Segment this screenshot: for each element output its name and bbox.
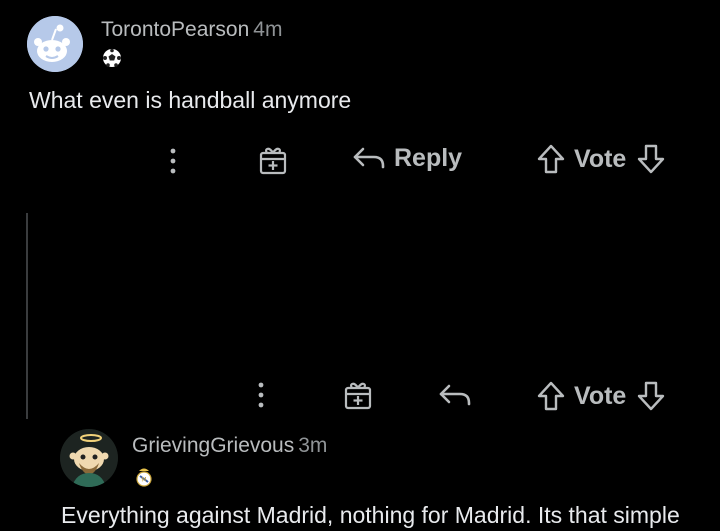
thread-line[interactable] [26, 213, 28, 419]
more-vertical-icon [170, 148, 176, 174]
username[interactable]: GrievingGrievous [132, 434, 294, 457]
custom-snoo-avatar-halo-icon [60, 429, 118, 487]
award-button[interactable] [343, 379, 373, 411]
downvote-arrow-icon[interactable] [636, 143, 666, 175]
real-madrid-crest-icon: M [134, 465, 154, 487]
svg-text:M: M [141, 477, 146, 484]
reply-label: Reply [394, 143, 463, 172]
vote-label: Vote [574, 144, 627, 173]
user-avatar[interactable] [27, 16, 83, 72]
comment-author[interactable]: TorontoPearson 4m [101, 18, 282, 42]
user-avatar[interactable] [60, 429, 118, 487]
comment-body: Everything against Madrid, nothing for M… [61, 502, 680, 528]
vote-label: Vote [574, 381, 627, 410]
comment-author[interactable]: GrievingGrievous 3m [132, 434, 327, 458]
downvote-arrow-icon[interactable] [636, 380, 666, 412]
award-button[interactable] [258, 144, 288, 176]
upvote-arrow-icon[interactable] [536, 143, 566, 175]
soccer-ball-icon [102, 48, 122, 68]
vote-group: Vote [536, 143, 666, 175]
reddit-snoo-avatar-icon [27, 16, 83, 72]
comment-body: What even is handball anymore [29, 87, 352, 113]
upvote-arrow-icon[interactable] [536, 380, 566, 412]
reply-button[interactable]: Reply [352, 143, 462, 173]
more-options-button[interactable] [166, 146, 180, 176]
more-vertical-icon [258, 382, 264, 408]
gift-award-icon [259, 147, 287, 175]
reply-button[interactable] [438, 380, 472, 410]
reply-arrow-icon [439, 384, 471, 406]
username[interactable]: TorontoPearson [101, 18, 249, 41]
reply-arrow-icon [353, 147, 385, 169]
timestamp: 3m [298, 434, 328, 457]
more-options-button[interactable] [254, 380, 268, 410]
gift-award-icon [344, 382, 372, 410]
vote-group: Vote [536, 380, 666, 412]
timestamp: 4m [253, 18, 283, 41]
